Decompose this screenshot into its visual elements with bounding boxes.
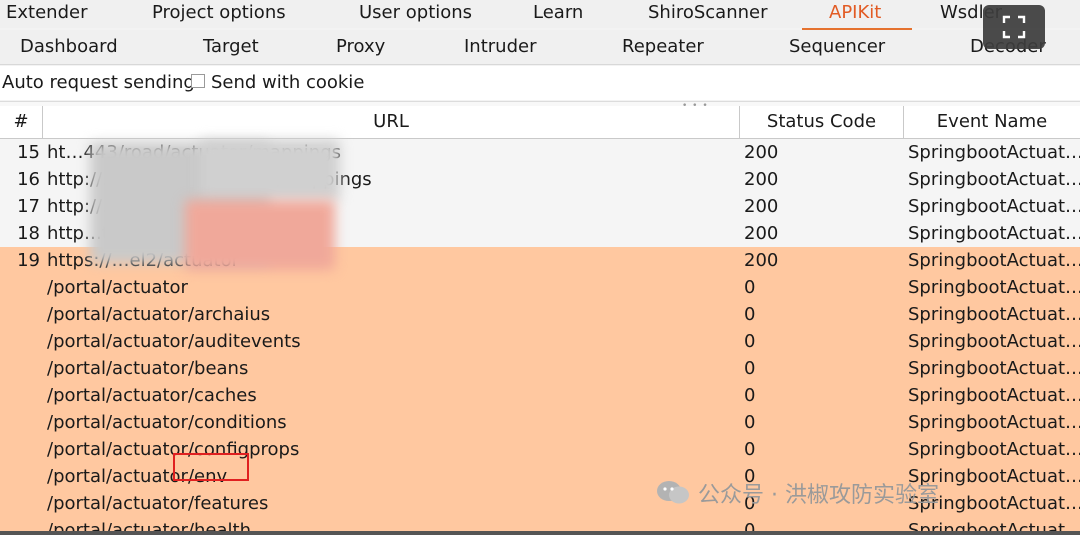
column-header-status-code[interactable]: Status Code — [740, 106, 904, 138]
row-url: /portal/actuator/env — [47, 466, 228, 487]
results-table-header: # URL Status Code Event Name — [0, 106, 1080, 139]
row-status-code: 0 — [744, 520, 756, 531]
table-row[interactable]: /portal/actuator/archaius 0 SpringbootActu… — [0, 301, 1080, 328]
row-status-code: 200 — [744, 250, 779, 271]
send-with-cookie-label[interactable]: Send with cookie — [211, 70, 364, 96]
row-status-code: 0 — [744, 331, 756, 352]
row-url: /portal/actuator/conditions — [47, 412, 287, 433]
row-number: 18 — [17, 223, 40, 244]
table-row[interactable]: /portal/actuator/conditions 0 SpringbootAc… — [0, 409, 1080, 436]
redaction-blur — [200, 140, 340, 200]
tab-extender[interactable]: Extender — [6, 0, 87, 26]
auto-request-sending-label: Auto request sending — [2, 72, 195, 93]
wechat-icon — [656, 480, 690, 506]
table-row[interactable]: /portal/actuator 0 SpringbootActuat… — [0, 274, 1080, 301]
column-header-url[interactable]: URL — [43, 106, 740, 138]
row-number: 19 — [17, 250, 40, 271]
row-event-name: SpringbootActuat… — [908, 331, 1080, 352]
column-header-event-name[interactable]: Event Name — [904, 106, 1080, 138]
row-status-code: 0 — [744, 412, 756, 433]
expand-glyph — [1002, 15, 1026, 39]
row-event-name: SpringbootActuat… — [908, 223, 1080, 244]
row-url: /portal/actuator/auditevents — [47, 331, 301, 352]
row-status-code: 0 — [744, 439, 756, 460]
table-row[interactable]: /portal/actuator/configprops 0 SpringbootA… — [0, 436, 1080, 463]
row-status-code: 0 — [744, 385, 756, 406]
tab-learn[interactable]: Learn — [533, 0, 583, 26]
main-tab-bar: Dashboard Target Proxy Intruder Repeater… — [0, 30, 1080, 65]
row-event-name: SpringbootActuat… — [908, 142, 1080, 163]
row-event-name: SpringbootActuat… — [908, 277, 1080, 298]
row-status-code: 0 — [744, 277, 756, 298]
expand-icon[interactable] — [983, 5, 1045, 49]
column-header-number[interactable]: # — [0, 106, 43, 138]
row-status-code: 0 — [744, 304, 756, 325]
top-tab-bar: Extender Project options User options Le… — [0, 0, 1080, 31]
watermark: 公众号 · 洪椒攻防实验室 — [656, 476, 939, 510]
row-event-name: SpringbootActuat… — [908, 169, 1080, 190]
row-status-code: 200 — [744, 142, 779, 163]
row-number: 15 — [17, 142, 40, 163]
row-url: /portal/actuator/features — [47, 493, 269, 514]
row-event-name: SpringbootActuat… — [908, 250, 1080, 271]
row-status-code: 200 — [744, 169, 779, 190]
table-row[interactable]: /portal/actuator/auditevents 0 SpringbootA… — [0, 328, 1080, 355]
env-highlight-box — [173, 453, 249, 481]
options-bar: Auto request sending Send with cookie — [0, 66, 1080, 100]
tab-repeater[interactable]: Repeater — [622, 33, 704, 61]
row-url: /portal/actuator/health — [47, 520, 251, 531]
redaction-blur — [185, 200, 335, 270]
table-row[interactable]: /portal/actuator/caches 0 SpringbootActuat… — [0, 382, 1080, 409]
row-status-code: 200 — [744, 223, 779, 244]
row-event-name: SpringbootActuat… — [908, 412, 1080, 433]
row-event-name: SpringbootActuat… — [908, 520, 1080, 531]
tab-intruder[interactable]: Intruder — [464, 33, 536, 61]
row-url: /portal/actuator/archaius — [47, 304, 271, 325]
tab-proxy[interactable]: Proxy — [336, 33, 385, 61]
row-event-name: SpringbootActuat… — [908, 196, 1080, 217]
row-event-name: SpringbootActuat… — [908, 358, 1080, 379]
row-url: /portal/actuator/caches — [47, 385, 257, 406]
row-event-name: SpringbootActuat… — [908, 304, 1080, 325]
watermark-text: 公众号 · 洪椒攻防实验室 — [698, 483, 939, 508]
row-status-code: 0 — [744, 358, 756, 379]
row-url: /portal/actuator — [47, 277, 188, 298]
tab-user-options[interactable]: User options — [359, 0, 472, 26]
tab-sequencer[interactable]: Sequencer — [789, 33, 885, 61]
tab-project-options[interactable]: Project options — [152, 0, 286, 26]
tab-dashboard[interactable]: Dashboard — [20, 33, 118, 61]
row-status-code: 200 — [744, 196, 779, 217]
row-url: /portal/actuator/beans — [47, 358, 249, 379]
bottom-status-strip — [0, 531, 1080, 535]
send-with-cookie-checkbox[interactable] — [191, 74, 205, 88]
table-row[interactable]: /portal/actuator/beans 0 SpringbootActuat… — [0, 355, 1080, 382]
tab-apikit[interactable]: APIKit — [829, 0, 881, 26]
table-row[interactable]: /portal/actuator/health 0 SpringbootActuat… — [0, 517, 1080, 531]
tab-shiroscanner[interactable]: ShiroScanner — [648, 0, 768, 26]
row-number: 16 — [17, 169, 40, 190]
row-url: /portal/actuator/configprops — [47, 439, 300, 460]
row-event-name: SpringbootActuat… — [908, 439, 1080, 460]
row-event-name: SpringbootActuat… — [908, 385, 1080, 406]
tab-target[interactable]: Target — [203, 33, 259, 61]
row-number: 17 — [17, 196, 40, 217]
